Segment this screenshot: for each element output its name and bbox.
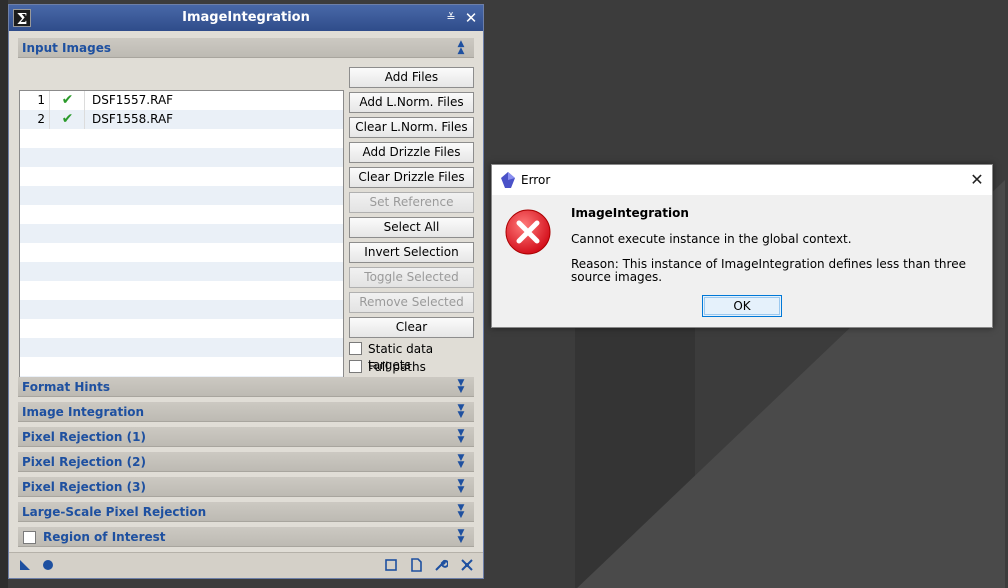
error-icon: [504, 208, 552, 256]
select-all-button[interactable]: Select All: [349, 217, 474, 238]
shade-window-icon[interactable]: ≚: [443, 10, 459, 26]
error-dialog: Error ✕ ImageIntegration Cannot execute …: [491, 164, 993, 328]
checkbox-box[interactable]: [349, 342, 362, 355]
desktop-edge: [0, 0, 8, 588]
input-images-list[interactable]: 1 ✔ DSF1557.RAF 2 ✔ DSF1558.RAF: [19, 90, 344, 395]
dialog-title: Error: [521, 173, 551, 187]
new-instance-triangle-icon[interactable]: [17, 558, 33, 574]
section-format-hints[interactable]: Format Hints ▼ ▼: [18, 377, 474, 397]
full-paths-checkbox[interactable]: Full paths: [349, 359, 479, 375]
close-window-icon[interactable]: ✕: [463, 9, 479, 27]
set-reference-button[interactable]: Set Reference: [349, 192, 474, 213]
pixinsight-app-icon: [501, 172, 515, 188]
section-pixel-rejection-2[interactable]: Pixel Rejection (2) ▼ ▼: [18, 452, 474, 472]
window-titlebar[interactable]: ImageIntegration Σ ≚ ✕: [9, 5, 483, 31]
wrench-icon[interactable]: [433, 558, 449, 574]
section-label: Pixel Rejection (2): [22, 455, 146, 469]
expand-section-icon[interactable]: ▼ ▼: [454, 429, 468, 446]
empty-row: [20, 243, 343, 262]
checkbox-label: Full paths: [368, 360, 426, 374]
checkbox-box[interactable]: [349, 360, 362, 373]
enabled-check-icon[interactable]: ✔: [51, 91, 85, 110]
window-content: Input Images ▲ ▲ 1 ✔ DSF1557.RAF 2 ✔ DSF1…: [9, 31, 483, 552]
expand-section-icon[interactable]: ▼ ▼: [454, 404, 468, 421]
dialog-message: Cannot execute instance in the global co…: [571, 232, 852, 246]
empty-row: [20, 319, 343, 338]
empty-row: [20, 224, 343, 243]
browse-documentation-icon[interactable]: [383, 558, 399, 574]
dialog-titlebar[interactable]: Error ✕: [492, 165, 992, 195]
reason-line: source images.: [571, 270, 663, 284]
expand-section-icon[interactable]: ▼ ▼: [454, 379, 468, 396]
empty-row: [20, 262, 343, 281]
add-files-button[interactable]: Add Files: [349, 67, 474, 88]
empty-row: [20, 148, 343, 167]
invert-selection-button[interactable]: Invert Selection: [349, 242, 474, 263]
section-pixel-rejection-3[interactable]: Pixel Rejection (3) ▼ ▼: [18, 477, 474, 497]
empty-row: [20, 338, 343, 357]
expand-section-icon[interactable]: ▼ ▼: [454, 479, 468, 496]
empty-row: [20, 300, 343, 319]
empty-row: [20, 281, 343, 300]
section-large-scale-pixel-rejection[interactable]: Large-Scale Pixel Rejection ▼ ▼: [18, 502, 474, 522]
section-label: Pixel Rejection (1): [22, 430, 146, 444]
empty-row: [20, 186, 343, 205]
static-data-targets-checkbox[interactable]: Static data targets: [349, 341, 479, 372]
process-sigma-icon[interactable]: Σ: [13, 9, 31, 28]
add-lnorm-files-button[interactable]: Add L.Norm. Files: [349, 92, 474, 113]
section-image-integration[interactable]: Image Integration ▼ ▼: [18, 402, 474, 422]
section-label: Image Integration: [22, 405, 145, 419]
process-toolbar: [9, 552, 483, 578]
empty-row: [20, 357, 343, 376]
clear-drizzle-files-button[interactable]: Clear Drizzle Files: [349, 167, 474, 188]
expand-section-icon[interactable]: ▼ ▼: [454, 454, 468, 471]
file-index: 2: [20, 110, 50, 129]
empty-row: [20, 129, 343, 148]
enabled-check-icon[interactable]: ✔: [51, 110, 85, 129]
empty-row: [20, 167, 343, 186]
image-integration-window: ImageIntegration Σ ≚ ✕ Input Images ▲ ▲ 1…: [8, 4, 484, 579]
expand-section-icon[interactable]: ▼ ▼: [454, 529, 468, 546]
table-row[interactable]: 2 ✔ DSF1558.RAF: [20, 110, 343, 129]
section-label: Pixel Rejection (3): [22, 480, 146, 494]
section-region-of-interest[interactable]: Region of Interest ▼ ▼: [18, 527, 474, 547]
table-row[interactable]: 1 ✔ DSF1557.RAF: [20, 91, 343, 110]
dialog-heading: ImageIntegration: [571, 206, 689, 220]
remove-selected-button[interactable]: Remove Selected: [349, 292, 474, 313]
region-of-interest-checkbox[interactable]: [23, 531, 36, 544]
ok-button[interactable]: OK: [702, 295, 782, 317]
section-label: Region of Interest: [43, 530, 166, 544]
file-name: DSF1557.RAF: [92, 93, 174, 107]
toggle-selected-button[interactable]: Toggle Selected: [349, 267, 474, 288]
expand-section-icon[interactable]: ▼ ▼: [454, 504, 468, 521]
reset-icon[interactable]: [459, 558, 475, 574]
dialog-close-icon[interactable]: ✕: [962, 165, 992, 195]
section-input-images[interactable]: Input Images ▲ ▲: [18, 38, 474, 58]
section-label: Large-Scale Pixel Rejection: [22, 505, 207, 519]
section-label: Format Hints: [22, 380, 110, 394]
dialog-reason: Reason: This instance of ImageIntegratio…: [571, 258, 971, 284]
section-pixel-rejection-1[interactable]: Pixel Rejection (1) ▼ ▼: [18, 427, 474, 447]
add-drizzle-files-button[interactable]: Add Drizzle Files: [349, 142, 474, 163]
clear-button[interactable]: Clear: [349, 317, 474, 338]
clear-lnorm-files-button[interactable]: Clear L.Norm. Files: [349, 117, 474, 138]
apply-global-circle-icon[interactable]: [40, 558, 56, 574]
collapse-section-icon[interactable]: ▲ ▲: [454, 40, 468, 57]
document-icon[interactable]: [408, 558, 424, 574]
empty-row: [20, 205, 343, 224]
file-name: DSF1558.RAF: [92, 112, 174, 126]
window-title: ImageIntegration: [182, 10, 310, 25]
file-index: 1: [20, 91, 50, 110]
section-label: Input Images: [22, 41, 111, 55]
